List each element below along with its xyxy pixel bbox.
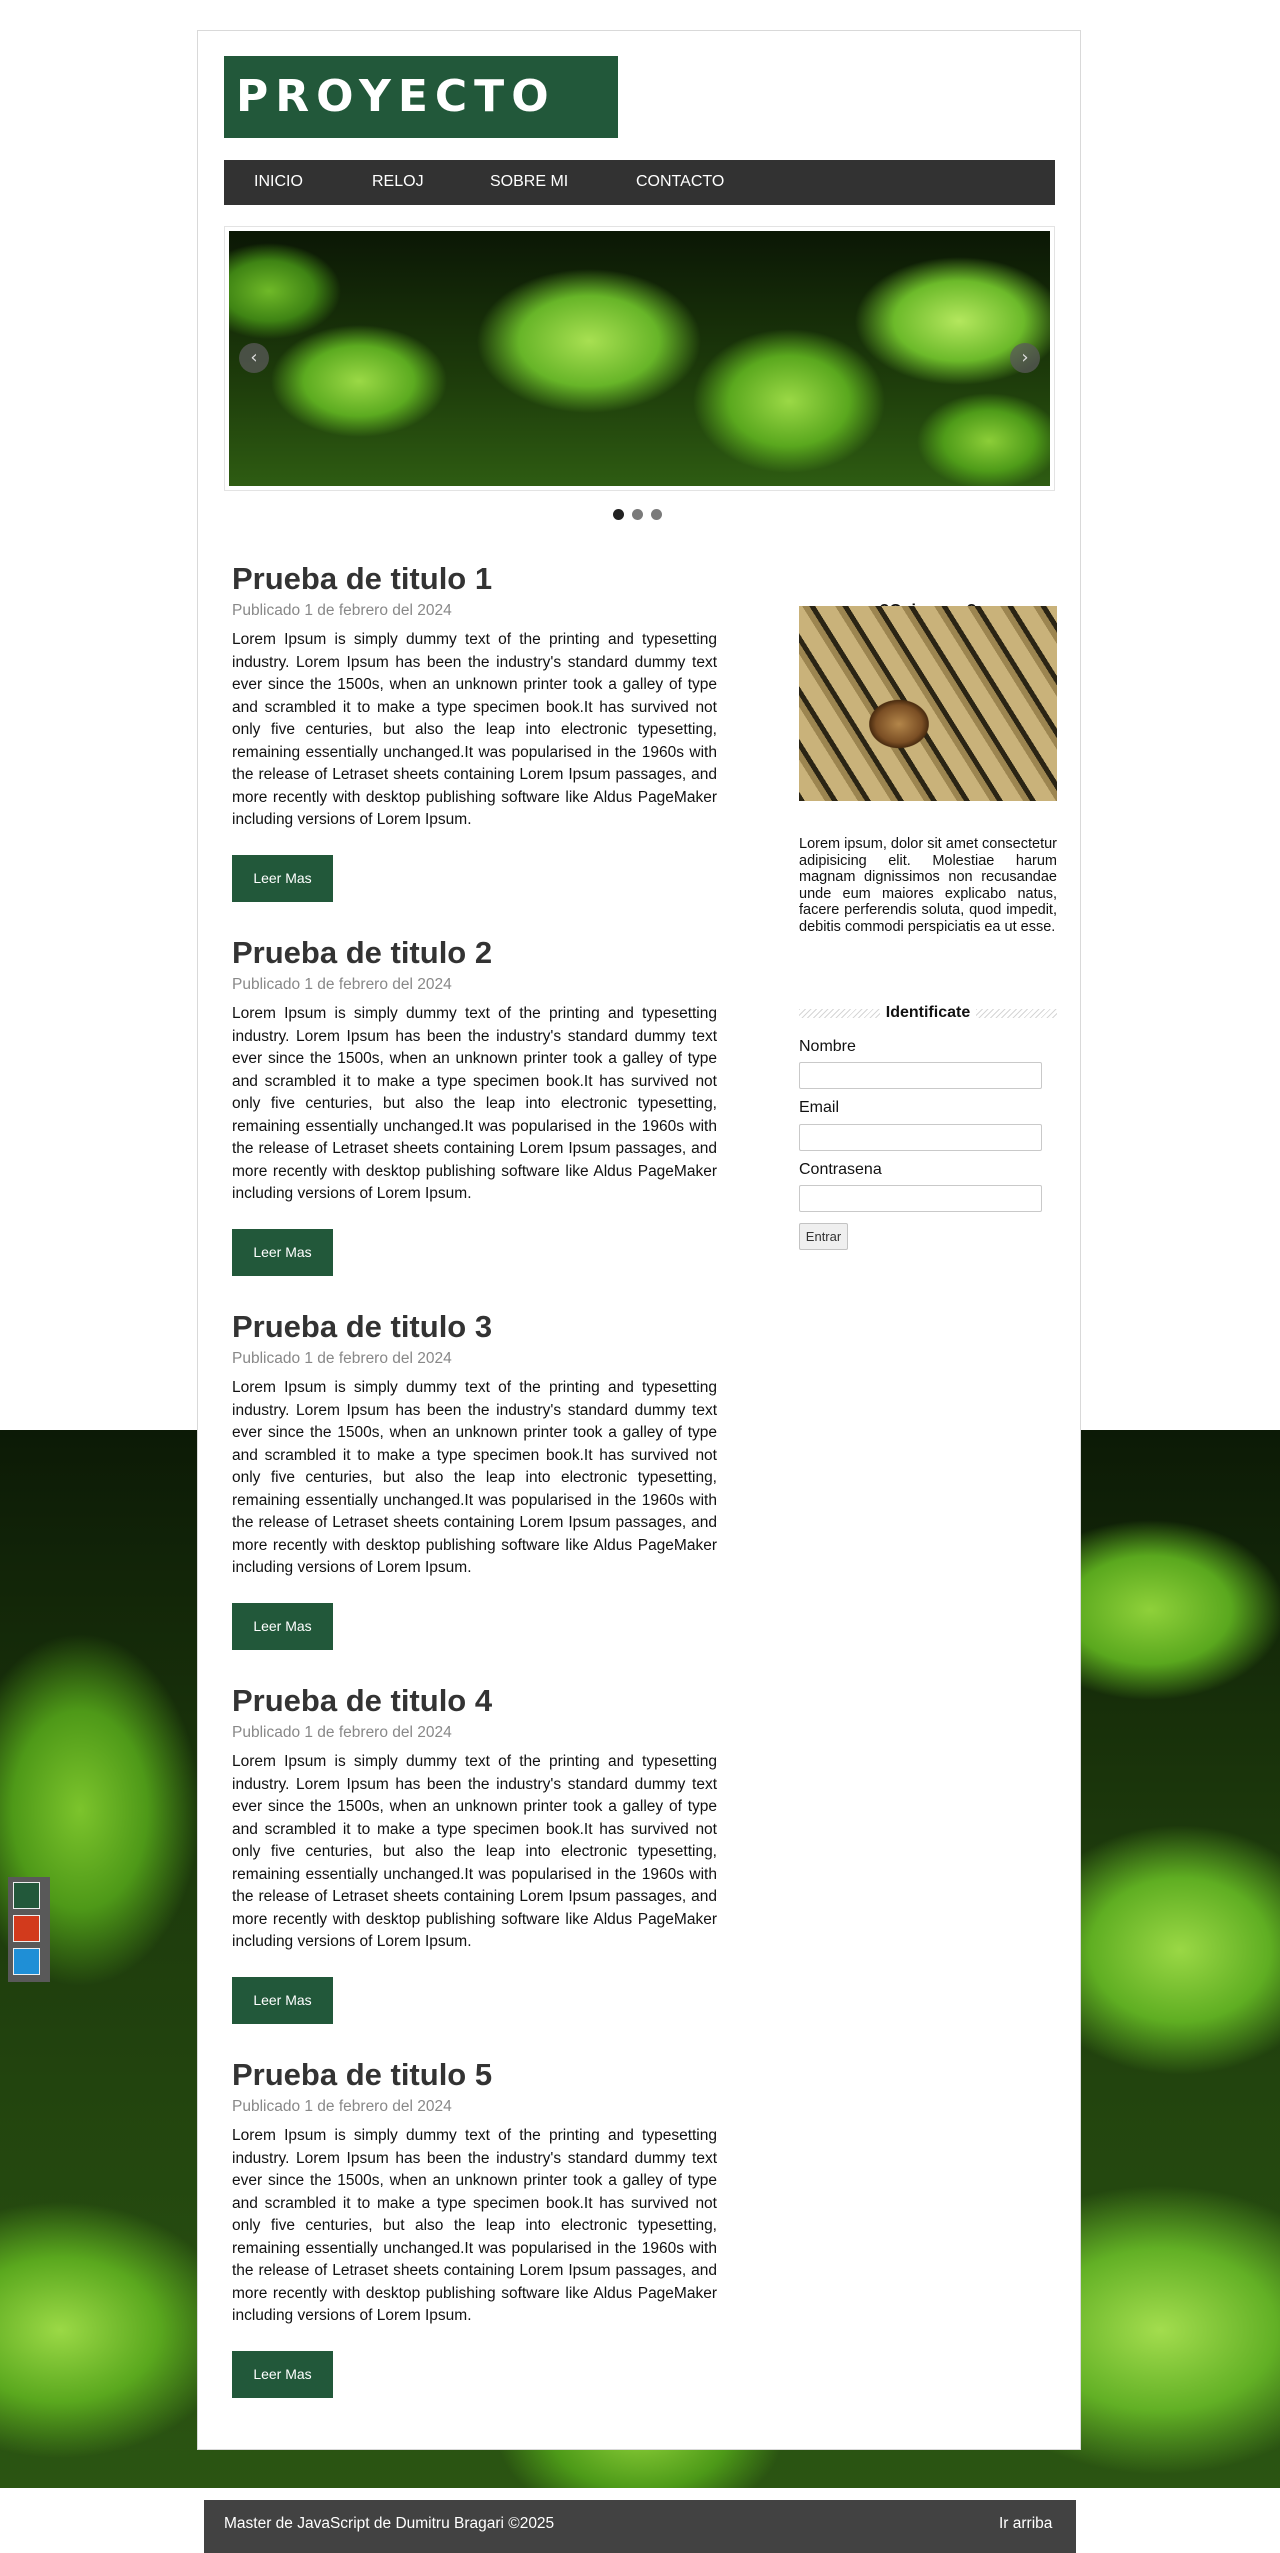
name-label: Nombre xyxy=(799,1038,856,1055)
read-more-button[interactable]: Leer Mas xyxy=(232,2350,333,2398)
page-container: PROYECTO JS INICIO RELOJ SOBRE MI CONTAC… xyxy=(197,30,1081,2450)
article-title[interactable]: Prueba de titulo 5 xyxy=(232,2057,717,2093)
article-title[interactable]: Prueba de titulo 1 xyxy=(232,561,717,597)
nav-item-inicio[interactable]: INICIO xyxy=(254,173,303,191)
chevron-right-icon[interactable]: › xyxy=(1010,343,1040,373)
article-body: Lorem Ipsum is simply dummy text of the … xyxy=(232,1379,717,1576)
article-body: Lorem Ipsum is simply dummy text of the … xyxy=(232,1753,717,1950)
slider-pagination xyxy=(613,509,662,520)
slider-dot-2[interactable] xyxy=(632,509,643,520)
login-title-text: Identificate xyxy=(885,1004,971,1021)
article-date: Publicado 1 de febrero del 2024 xyxy=(232,1350,452,1367)
article-card: Prueba de titulo 1 Publicado 1 de febrer… xyxy=(232,561,717,902)
article-card: Prueba de titulo 5 Publicado 1 de febrer… xyxy=(232,2057,717,2398)
chevron-left-icon[interactable]: ‹ xyxy=(239,343,269,373)
read-more-button[interactable]: Leer Mas xyxy=(232,854,333,902)
read-more-button[interactable]: Leer Mas xyxy=(232,1228,333,1276)
theme-switcher xyxy=(8,1877,50,1982)
article-title[interactable]: Prueba de titulo 2 xyxy=(232,935,717,971)
nav-item-reloj[interactable]: RELOJ xyxy=(372,173,424,191)
article-card: Prueba de titulo 2 Publicado 1 de febrer… xyxy=(232,935,717,1276)
main-nav: INICIO RELOJ SOBRE MI CONTACTO xyxy=(224,160,1055,205)
article-body: Lorem Ipsum is simply dummy text of the … xyxy=(232,631,717,828)
nav-item-sobre-mi[interactable]: SOBRE MI xyxy=(490,173,568,191)
slider-image: ‹ › xyxy=(229,231,1050,486)
about-image-snail xyxy=(799,606,1057,801)
title-divider xyxy=(799,1008,880,1018)
slider-dot-3[interactable] xyxy=(651,509,662,520)
email-field[interactable] xyxy=(799,1124,1042,1151)
article-date: Publicado 1 de febrero del 2024 xyxy=(232,602,452,619)
login-section-title: Identificate xyxy=(799,1003,1057,1023)
article-card: Prueba de titulo 3 Publicado 1 de febrer… xyxy=(232,1309,717,1650)
article-date: Publicado 1 de febrero del 2024 xyxy=(232,976,452,993)
title-divider xyxy=(976,1008,1057,1018)
footer-copyright: Master de JavaScript de Dumitru Bragari … xyxy=(224,2515,555,2532)
password-label: Contrasena xyxy=(799,1161,882,1178)
article-date: Publicado 1 de febrero del 2024 xyxy=(232,1724,452,1741)
back-to-top-link[interactable]: Ir arriba xyxy=(999,2515,1052,2533)
article-title[interactable]: Prueba de titulo 3 xyxy=(232,1309,717,1345)
article-body: Lorem Ipsum is simply dummy text of the … xyxy=(232,1005,717,1202)
article-card: Prueba de titulo 4 Publicado 1 de febrer… xyxy=(232,1683,717,2024)
theme-green-swatch[interactable] xyxy=(13,1882,40,1909)
read-more-button[interactable]: Leer Mas xyxy=(232,1602,333,1650)
theme-blue-swatch[interactable] xyxy=(13,1948,40,1975)
article-title[interactable]: Prueba de titulo 4 xyxy=(232,1683,717,1719)
password-field[interactable] xyxy=(799,1185,1042,1212)
login-submit-button[interactable]: Entrar xyxy=(799,1223,848,1250)
slider-dot-1[interactable] xyxy=(613,509,624,520)
article-date: Publicado 1 de febrero del 2024 xyxy=(232,2098,452,2115)
email-label: Email xyxy=(799,1099,840,1116)
article-body: Lorem Ipsum is simply dummy text of the … xyxy=(232,2127,717,2324)
image-slider: ‹ › xyxy=(224,226,1055,491)
name-field[interactable] xyxy=(799,1062,1042,1089)
read-more-button[interactable]: Leer Mas xyxy=(232,1976,333,2024)
site-logo[interactable]: PROYECTO JS xyxy=(224,56,618,204)
theme-red-swatch[interactable] xyxy=(13,1915,40,1942)
about-text: Lorem ipsum, dolor sit amet consectetur … xyxy=(799,836,1057,935)
nav-item-contacto[interactable]: CONTACTO xyxy=(636,173,724,191)
